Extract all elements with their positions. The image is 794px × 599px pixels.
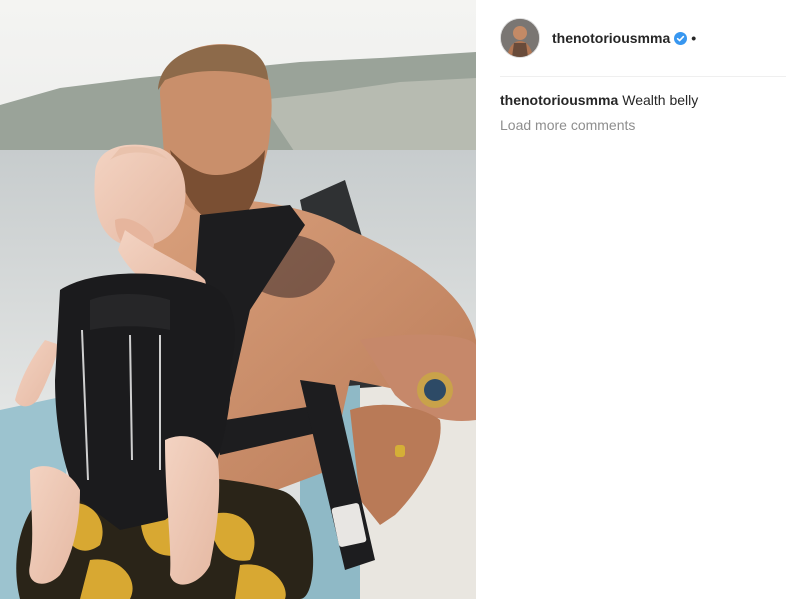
load-more-comments-button[interactable]: Load more comments (500, 117, 635, 133)
caption-author[interactable]: thenotoriousmma (500, 92, 618, 108)
post-caption: thenotoriousmma Wealth belly (500, 91, 786, 109)
caption-text: Wealth belly (622, 92, 699, 108)
author-avatar[interactable] (500, 18, 540, 58)
header-separator-dot: • (691, 30, 697, 46)
post-photo[interactable] (0, 0, 476, 599)
post-sidebar: thenotoriousmma • thenotoriousmma Wealth … (476, 0, 794, 599)
verified-badge-icon (674, 31, 688, 45)
author-username[interactable]: thenotoriousmma (552, 30, 670, 46)
avatar-image (501, 19, 539, 57)
instagram-post: thenotoriousmma • thenotoriousmma Wealth … (0, 0, 794, 599)
post-photo-illustration (0, 0, 476, 599)
post-header: thenotoriousmma • (500, 0, 786, 77)
comments-section: thenotoriousmma Wealth belly Load more co… (500, 77, 786, 135)
